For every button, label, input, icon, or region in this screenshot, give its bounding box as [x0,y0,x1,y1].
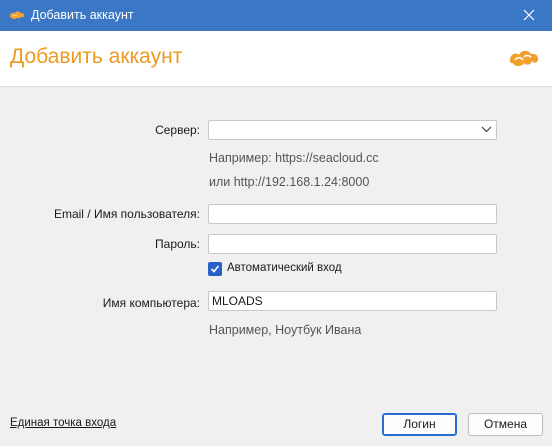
form-area: Сервер: Например: https://seacloud.cc ил… [0,87,552,446]
window-title: Добавить аккаунт [31,8,134,22]
email-input[interactable] [208,204,497,224]
computer-name-hint: Например, Ноутбук Ивана [209,323,362,337]
server-hint-1: Например: https://seacloud.cc [209,151,379,165]
server-hint-2: или http://192.168.1.24:8000 [209,175,370,189]
checkbox-box[interactable] [208,262,222,276]
dialog-title: Добавить аккаунт [10,45,183,68]
sso-link[interactable]: Единая точка входа [10,417,116,429]
password-label: Пароль: [155,237,200,251]
chevron-down-icon [481,126,492,133]
close-button[interactable] [506,0,552,31]
checkmark-icon [210,265,220,273]
title-bar: Добавить аккаунт [0,0,552,31]
server-combobox[interactable] [208,120,497,140]
password-input[interactable] [208,234,497,254]
close-icon [523,9,535,21]
auto-login-label: Автоматический вход [227,262,342,274]
computer-name-input[interactable]: MLOADS [208,291,497,311]
seafile-app-icon [10,11,25,19]
server-label: Сервер: [155,123,200,137]
cancel-button[interactable]: Отмена [468,413,543,436]
email-label: Email / Имя пользователя: [53,207,200,221]
seafile-logo-icon [510,50,539,66]
dialog-header: Добавить аккаунт [0,31,552,87]
computer-name-value: MLOADS [212,294,263,308]
computer-name-label: Имя компьютера: [102,296,200,310]
login-button[interactable]: Логин [382,413,457,436]
